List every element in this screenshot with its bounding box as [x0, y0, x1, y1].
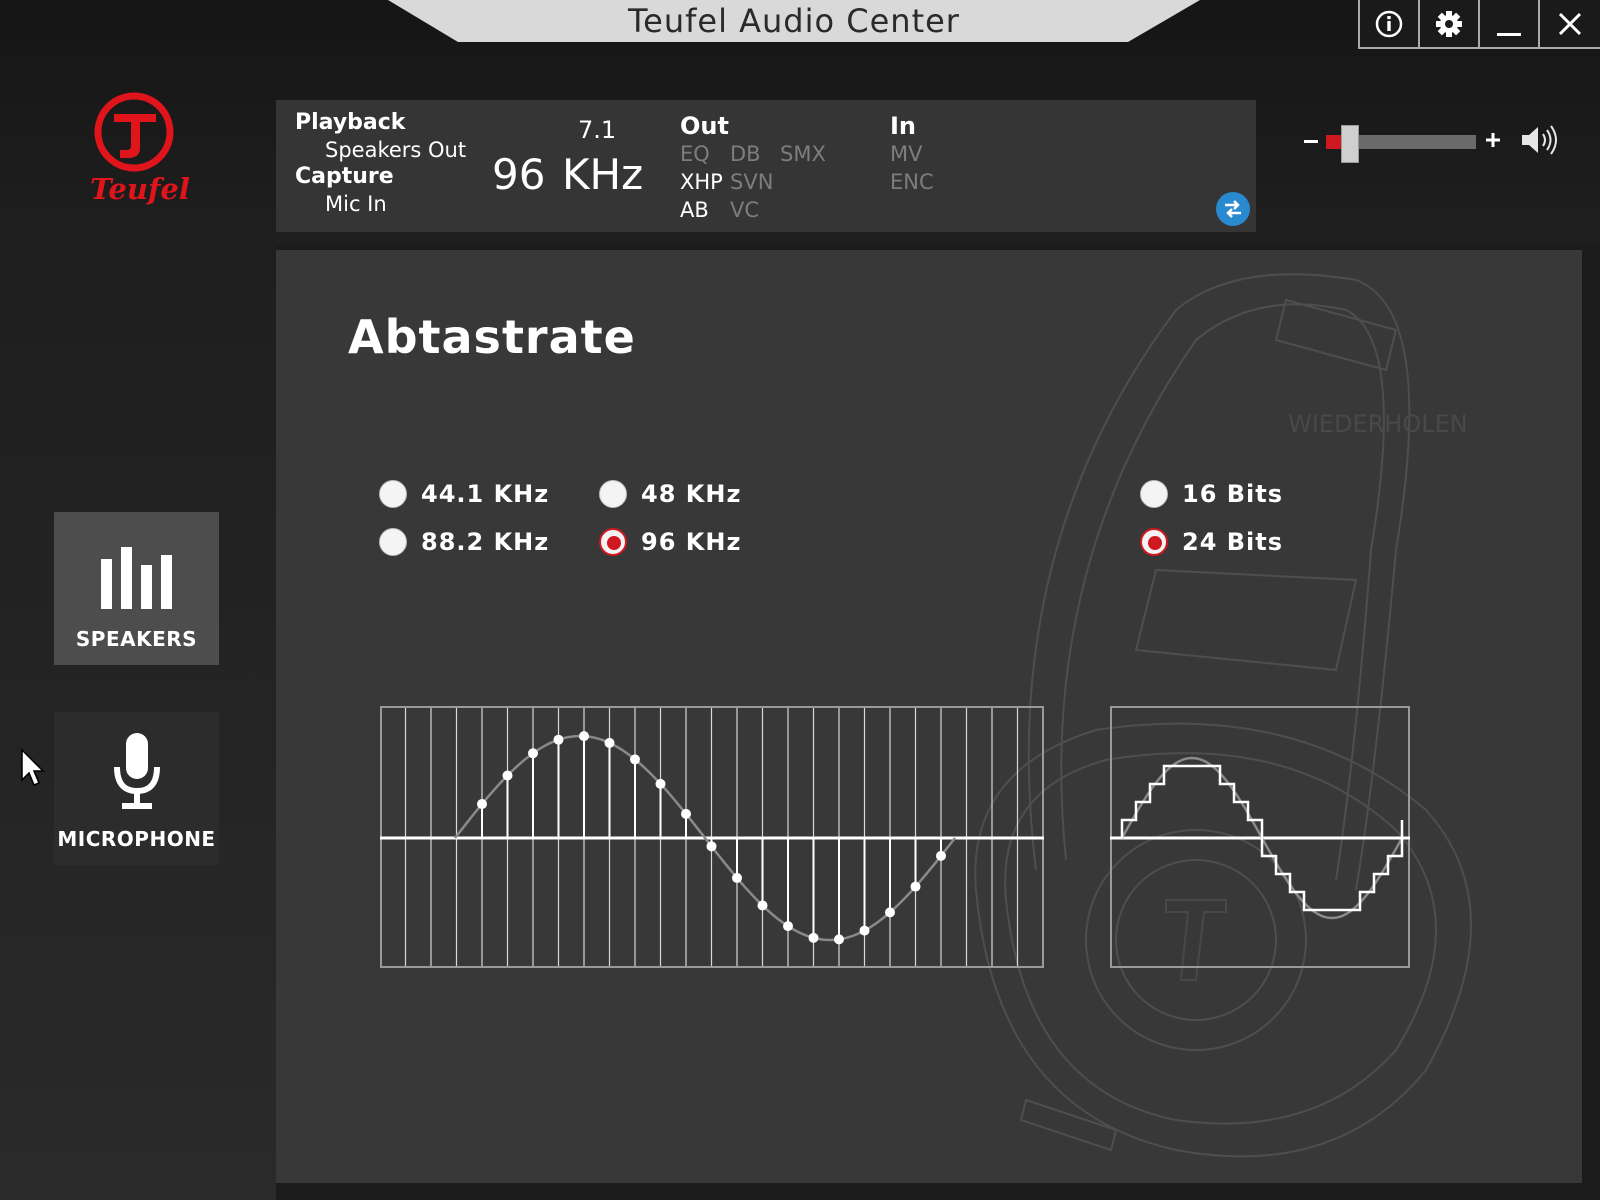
radio-indicator	[379, 480, 407, 508]
out-feature-eq: EQ	[680, 142, 710, 166]
swap-arrows-icon	[1225, 200, 1241, 218]
page-title: Abtastrate	[348, 310, 636, 364]
volume-down-button[interactable]	[1304, 140, 1318, 143]
radio-indicator	[379, 528, 407, 556]
volume-slider-thumb[interactable]	[1340, 125, 1359, 163]
capture-device: Mic In	[325, 192, 387, 216]
sample-point	[528, 748, 538, 759]
info-icon	[1375, 10, 1403, 37]
minimize-icon	[1497, 32, 1521, 36]
volume-slider[interactable]	[1326, 125, 1476, 163]
sample-point	[732, 872, 742, 883]
sample-point	[936, 850, 946, 861]
sidebar-item-speakers[interactable]: SPEAKERS	[54, 512, 219, 665]
radio-label: 44.1 KHz	[421, 480, 550, 508]
sample-point	[502, 770, 513, 781]
sample-point	[630, 754, 640, 765]
rate-value: 96	[492, 150, 546, 199]
speakers-bars-icon	[100, 547, 172, 609]
sample-point	[783, 921, 793, 932]
sample-point	[885, 907, 895, 918]
in-feature-mv: MV	[890, 142, 923, 166]
radio-rate-96[interactable]: 96 KHz	[599, 528, 741, 556]
speaker-volume-icon[interactable]	[1520, 124, 1562, 156]
out-feature-xhp: XHP	[680, 170, 723, 194]
radio-bits-24[interactable]: 24 Bits	[1140, 528, 1283, 556]
radio-indicator	[1140, 480, 1168, 508]
volume-up-button[interactable]	[1485, 132, 1501, 148]
close-icon	[1558, 12, 1582, 35]
radio-indicator-selected	[599, 528, 627, 556]
gear-icon	[1436, 10, 1462, 37]
mouse-cursor-icon	[21, 748, 45, 786]
sample-point	[706, 841, 717, 852]
radio-rate-88-2[interactable]: 88.2 KHz	[379, 528, 549, 556]
sample-point	[553, 734, 564, 745]
sidebar-item-microphone[interactable]: MICROPHONE	[54, 712, 219, 865]
microphone-icon	[113, 733, 160, 809]
channel-config: 7.1	[578, 116, 617, 144]
swap-button[interactable]	[1216, 192, 1250, 226]
minimize-button[interactable]	[1480, 0, 1540, 47]
sample-point	[477, 799, 487, 810]
info-button[interactable]	[1360, 0, 1420, 47]
bit-depth-illustration	[1110, 706, 1410, 968]
settings-button[interactable]	[1420, 0, 1480, 47]
sample-rate-illustration	[380, 706, 1044, 968]
out-feature-db: DB	[730, 142, 761, 166]
rate-unit: KHz	[562, 150, 644, 199]
sample-point	[655, 778, 666, 789]
radio-rate-48[interactable]: 48 KHz	[599, 480, 741, 508]
out-feature-smx: SMX	[780, 142, 826, 166]
logo-wordmark: Teufel	[90, 172, 190, 206]
out-feature-ab: AB	[680, 198, 709, 222]
teufel-logo: Teufel	[90, 92, 190, 222]
teufel-logo-icon	[94, 92, 174, 172]
radio-indicator-selected	[1140, 528, 1168, 556]
sample-point	[808, 932, 819, 943]
radio-label: 96 KHz	[641, 528, 742, 556]
window-controls	[1358, 0, 1600, 49]
playback-label: Playback	[295, 110, 406, 135]
out-label: Out	[680, 112, 729, 140]
window-title: Teufel Audio Center	[628, 2, 960, 40]
sample-point	[757, 900, 768, 911]
out-feature-svn: SVN	[730, 170, 774, 194]
capture-label: Capture	[295, 164, 394, 189]
in-label: In	[890, 112, 917, 140]
sample-point	[604, 737, 615, 748]
sample-point	[681, 808, 691, 819]
sample-point	[910, 881, 921, 892]
sample-point	[834, 934, 844, 945]
sample-point	[579, 731, 589, 742]
close-button[interactable]	[1540, 0, 1600, 47]
status-panel: Playback Speakers Out Capture Mic In 7.1…	[276, 100, 1256, 232]
radio-label: 48 KHz	[641, 480, 742, 508]
radio-label: 16 Bits	[1182, 480, 1284, 508]
radio-indicator	[599, 480, 627, 508]
background-ghost-text: WIEDERHOLEN	[1288, 410, 1468, 438]
out-feature-vc: VC	[730, 198, 760, 222]
in-feature-enc: ENC	[890, 170, 934, 194]
radio-rate-44-1[interactable]: 44.1 KHz	[379, 480, 549, 508]
playback-device: Speakers Out	[325, 138, 467, 162]
window-title-tab: Teufel Audio Center	[388, 0, 1200, 42]
radio-label: 88.2 KHz	[421, 528, 550, 556]
radio-label: 24 Bits	[1182, 528, 1284, 556]
main-panel: WIEDERHOLEN Abtastrate 44.1 KHz 48 KHz 8…	[276, 250, 1582, 1183]
sample-point	[859, 925, 870, 936]
sidebar-item-label: SPEAKERS	[75, 627, 198, 651]
radio-bits-16[interactable]: 16 Bits	[1140, 480, 1283, 508]
sidebar-item-label: MICROPHONE	[57, 827, 216, 851]
